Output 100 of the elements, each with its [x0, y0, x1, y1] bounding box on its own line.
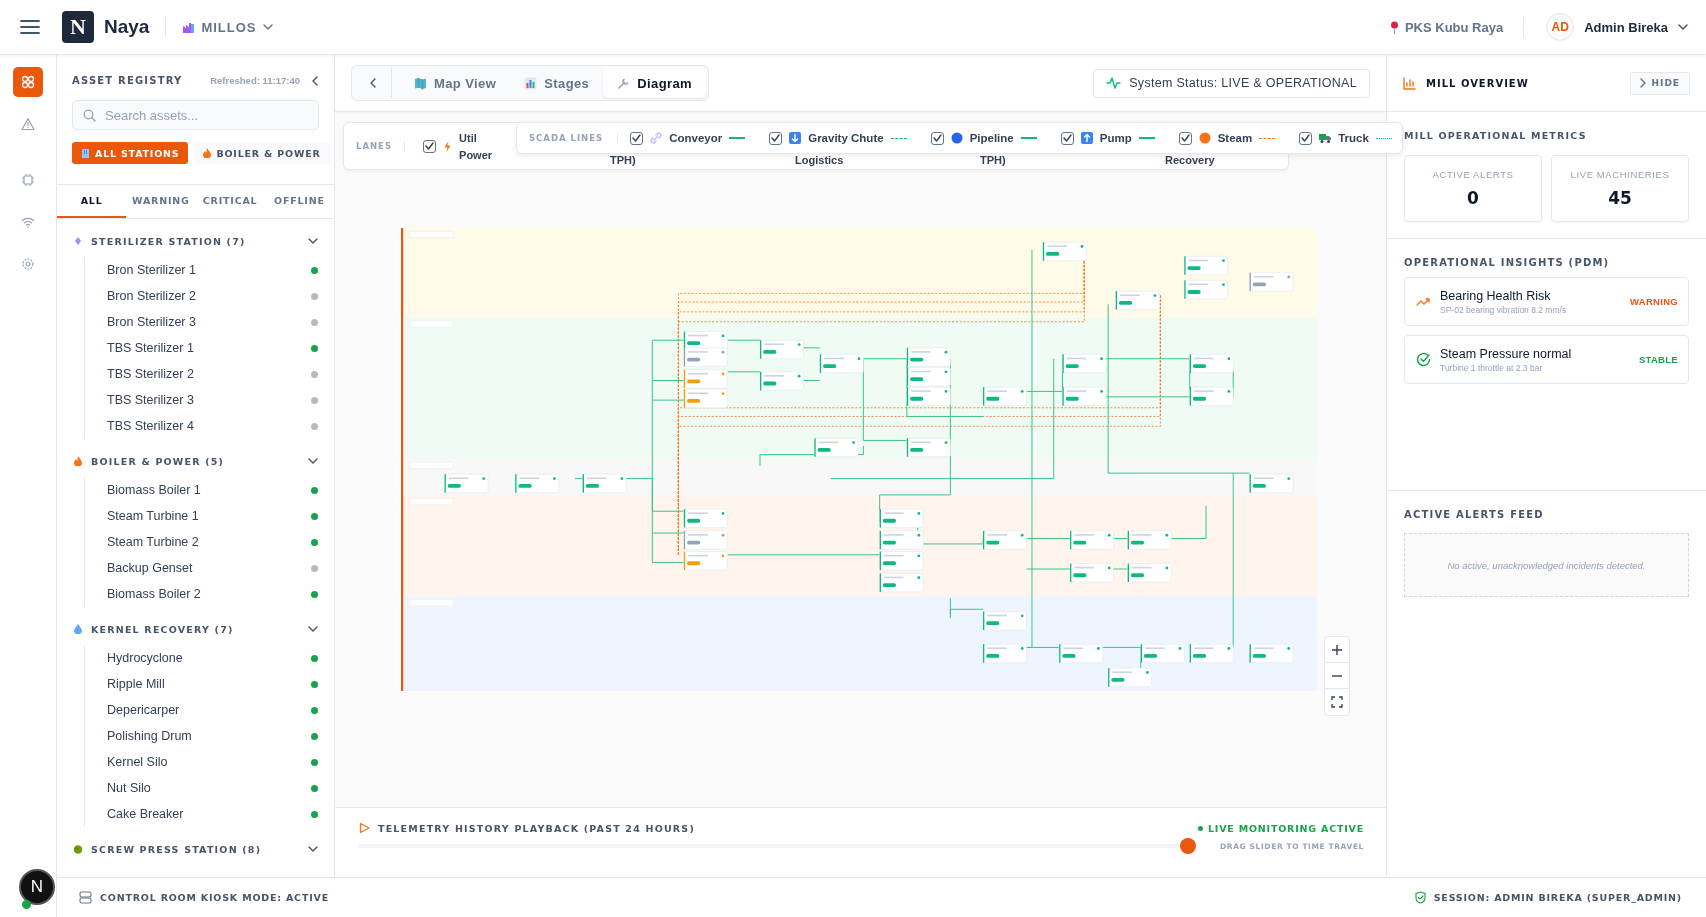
filter-chip[interactable]: ALL STATIONS	[72, 142, 189, 164]
refresh-time: Refreshed: 11:17:40	[210, 75, 300, 86]
asset-item[interactable]: Bron Sterilizer 1	[85, 257, 334, 283]
droplet-icon	[73, 624, 83, 634]
asset-item[interactable]: Bron Sterilizer 2	[85, 283, 334, 309]
chevron-right-icon	[1639, 78, 1646, 88]
asset-item[interactable]: Steam Turbine 2	[85, 529, 334, 555]
section-title: OPERATIONAL INSIGHTS (PDM)	[1404, 257, 1611, 268]
checkbox[interactable]	[930, 131, 944, 145]
section-title: ACTIVE ALERTS FEED	[1404, 509, 1545, 520]
asset-item[interactable]: Backup Genset	[85, 555, 334, 581]
asset-item[interactable]: TBS Sterilizer 4	[85, 413, 334, 439]
line-type-label: Pump	[1099, 132, 1132, 144]
filter-chip[interactable]: BOILER & POWER	[194, 142, 330, 164]
insight-detail: Turbine 1 throttle at 2.3 bar	[1440, 362, 1544, 373]
asset-item[interactable]: Polishing Drum	[85, 723, 334, 749]
section-title: MILL OPERATIONAL METRICS	[1404, 130, 1588, 141]
lane-label: Logistics	[795, 154, 845, 166]
slider-thumb[interactable]	[1179, 838, 1196, 854]
line-type-label: Conveyor	[669, 132, 723, 144]
chevron-down-icon	[1678, 24, 1688, 30]
view-tab[interactable]: Diagram	[603, 68, 707, 98]
status-dot-icon	[1198, 825, 1203, 831]
empty-alerts-message: No active, unacknowledged incidents detected.	[1404, 533, 1689, 597]
line-type-label: Steam	[1217, 132, 1253, 144]
insight-title: Bearing Health Risk	[1440, 288, 1552, 303]
status-filter-tab[interactable]: ALL	[57, 185, 127, 218]
asset-item[interactable]: TBS Sterilizer 2	[85, 361, 334, 387]
checkbox[interactable]	[769, 131, 783, 145]
truck-icon	[1319, 132, 1332, 144]
metric-value: 0	[1467, 188, 1479, 208]
circle-icon	[1198, 132, 1211, 144]
user-menu[interactable]: AD Admin Bireka	[1546, 13, 1688, 41]
check-icon	[771, 134, 781, 142]
trend-up-icon	[1416, 296, 1431, 307]
collapse-button[interactable]	[312, 75, 318, 86]
checkbox[interactable]	[423, 139, 437, 153]
asset-item[interactable]: TBS Sterilizer 1	[85, 335, 334, 361]
asset-item[interactable]: Bron Sterilizer 3	[85, 309, 334, 335]
metric-label: ACTIVE ALERTS	[1432, 169, 1514, 180]
line-type-label: Pipeline	[969, 132, 1014, 144]
system-status-button[interactable]: System Status: LIVE & OPERATIONAL	[1093, 68, 1370, 98]
check-circle-icon	[1416, 352, 1431, 367]
avatar: AD	[1546, 13, 1575, 41]
checkbox[interactable]	[1178, 131, 1192, 145]
status-filter-tab[interactable]: CRITICAL	[195, 185, 265, 218]
location-label: PKS Kubu Raya	[1404, 19, 1504, 35]
chevron-down-icon	[262, 24, 273, 30]
section-title: TELEMETRY HISTORY PLAYBACK (PAST 24 HOURS)	[378, 822, 695, 834]
search-icon	[83, 109, 96, 122]
search-field[interactable]: Search assets...	[72, 100, 319, 130]
section-title: ASSET REGISTRY	[72, 75, 183, 86]
asset-item[interactable]: Hydrocyclone	[85, 645, 334, 671]
plus-icon	[1331, 643, 1343, 656]
bar-chart-icon	[1403, 76, 1416, 90]
status-filter-tab[interactable]: OFFLINE	[264, 185, 334, 218]
menu-icon	[20, 19, 40, 35]
group-header[interactable]: KERNEL RECOVERY (7)	[57, 615, 334, 643]
dev-badge[interactable]: N	[19, 869, 55, 905]
metric-label: LIVE MACHINERIES	[1570, 169, 1670, 180]
nav-button[interactable]	[13, 67, 43, 97]
status-dot-icon	[22, 900, 31, 909]
lane-label: Util	[459, 131, 478, 146]
play-icon	[359, 822, 370, 834]
insight-status: WARNING	[1630, 296, 1678, 307]
lane-label: TPH)	[980, 154, 1007, 166]
view-tab[interactable]: Map View	[400, 68, 511, 98]
chevron-left-icon	[369, 78, 376, 88]
check-icon	[632, 134, 642, 142]
checkbox[interactable]	[1060, 131, 1074, 145]
circle-icon	[950, 132, 963, 144]
asset-item[interactable]: Cake Breaker	[85, 801, 334, 827]
group-header[interactable]: STERILIZER STATION (7)	[57, 227, 334, 255]
asset-item[interactable]: TBS Sterilizer 3	[85, 387, 334, 413]
fullscreen-icon	[1331, 696, 1343, 708]
hide-button[interactable]: HIDE	[1629, 71, 1690, 95]
wifi-icon	[21, 215, 35, 229]
check-icon	[1062, 134, 1072, 142]
lightning-icon	[444, 140, 452, 152]
flame-icon	[203, 148, 212, 158]
checkbox[interactable]	[630, 131, 644, 145]
session-info: SESSION: ADMIN BIREKA (SUPER_ADMIN)	[1433, 892, 1682, 903]
asset-item[interactable]: Nut Silo	[85, 775, 334, 801]
mill-selector[interactable]: MILLOS	[182, 19, 273, 35]
asset-item[interactable]: Biomass Boiler 1	[85, 477, 334, 503]
group-header[interactable]: SCREW PRESS STATION (8)	[57, 835, 334, 863]
checkbox[interactable]	[1299, 131, 1313, 145]
check-icon	[1180, 134, 1190, 142]
group-header[interactable]: BOILER & POWER (5)	[57, 447, 334, 475]
lane-label: Power	[459, 148, 493, 163]
status-filter-tab[interactable]: WARNING	[126, 185, 196, 218]
menu-button[interactable]	[20, 19, 40, 35]
asset-item[interactable]: Ripple Mill	[85, 671, 334, 697]
kiosk-mode-status: CONTROL ROOM KIOSK MODE: ACTIVE	[100, 892, 329, 903]
asset-item[interactable]: Steam Turbine 1	[85, 503, 334, 529]
view-tab[interactable]: Stages	[510, 68, 604, 98]
asset-item[interactable]: Depericarper	[85, 697, 334, 723]
asset-item[interactable]: Kernel Silo	[85, 749, 334, 775]
asset-item[interactable]: Biomass Boiler 2	[85, 581, 334, 607]
live-status: LIVE MONITORING ACTIVE	[1208, 822, 1364, 834]
